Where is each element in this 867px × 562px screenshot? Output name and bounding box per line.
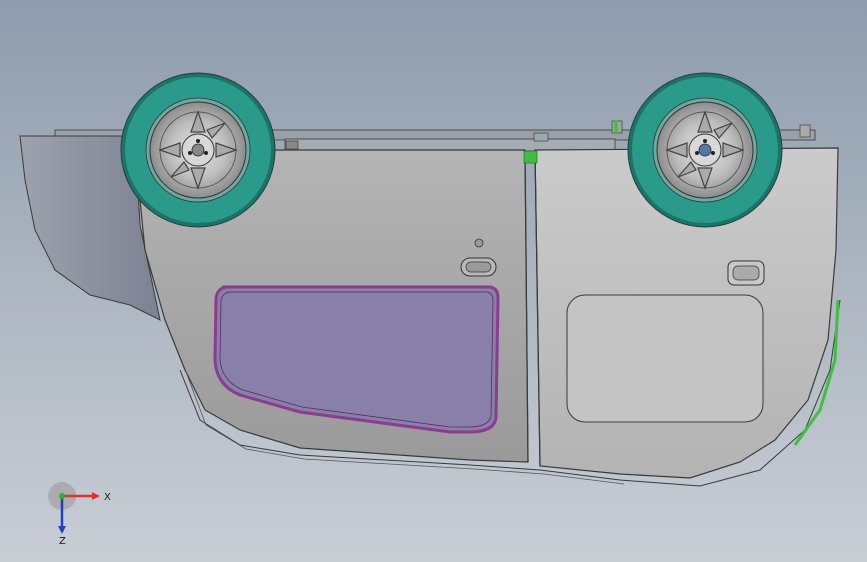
x-axis-label: X — [104, 492, 111, 503]
z-axis-arrowhead — [58, 526, 66, 534]
rear-wheel[interactable] — [627, 72, 783, 228]
front-wheel[interactable] — [120, 72, 276, 228]
orientation-triad[interactable]: X Z — [44, 482, 124, 552]
y-axis-dot — [59, 493, 65, 499]
rear-door-panel-recess — [566, 294, 764, 423]
rear-door-handle[interactable] — [727, 260, 765, 286]
z-axis-label: Z — [59, 536, 66, 547]
x-axis-arrowhead — [92, 492, 100, 500]
cad-viewport[interactable] — [0, 0, 867, 562]
front-door-handle[interactable] — [460, 257, 497, 277]
lock-cylinder-icon — [474, 238, 484, 248]
